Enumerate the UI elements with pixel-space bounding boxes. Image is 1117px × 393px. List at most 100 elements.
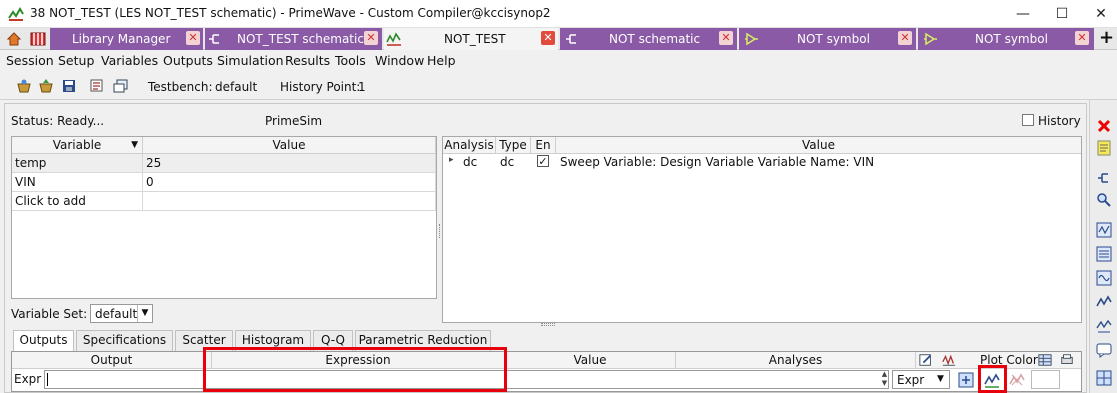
schematic-link-icon[interactable]: [1096, 170, 1112, 186]
analyses-column-header[interactable]: Analyses: [676, 352, 916, 369]
library-manager-icon: [30, 32, 46, 46]
status-text: Status: Ready...: [11, 114, 105, 128]
tab-close-icon[interactable]: ✕: [186, 31, 200, 45]
table-view-icon[interactable]: [1038, 353, 1052, 367]
menu-help[interactable]: Help: [427, 53, 456, 68]
note-icon[interactable]: [1096, 140, 1112, 156]
new-tab-button[interactable]: +: [1099, 28, 1114, 48]
close-window-button[interactable]: ✕: [1090, 4, 1112, 24]
primewave-app-icon: [8, 7, 24, 21]
home-icon[interactable]: [6, 31, 22, 47]
variable-set-value: default: [95, 307, 138, 321]
plot-color-swatch[interactable]: [1031, 370, 1060, 389]
click-to-add-cell[interactable]: Click to add: [12, 192, 143, 211]
ac-analysis-icon[interactable]: [1096, 270, 1112, 286]
menu-tools[interactable]: Tools: [335, 53, 366, 68]
tab-label: NOT_TEST: [444, 32, 506, 46]
tab-outputs[interactable]: Outputs: [13, 330, 74, 352]
symbol-icon: [745, 32, 758, 46]
tab-not-schematic[interactable]: NOT schematic ✕: [560, 28, 737, 50]
simulator-name: PrimeSim: [265, 114, 323, 128]
tab-not-symbol-2[interactable]: NOT symbol ✕: [918, 28, 1094, 50]
variable-name-cell[interactable]: VIN: [12, 173, 143, 192]
tab-label: NOT_TEST schematic: [237, 32, 364, 46]
chevron-down-icon: ▼: [937, 374, 944, 384]
menu-results[interactable]: Results: [285, 53, 330, 68]
expression-spin-buttons[interactable]: ▲ ▼: [879, 370, 890, 389]
value-column-header[interactable]: Value: [143, 137, 436, 154]
tab-close-icon[interactable]: ✕: [364, 31, 378, 45]
save-icon[interactable]: [61, 78, 77, 94]
results-browser-icon[interactable]: [113, 78, 129, 94]
type-column-header[interactable]: Type: [496, 137, 531, 154]
tab-not-symbol-1[interactable]: NOT symbol ✕: [739, 28, 916, 50]
test-editor-panel: Status: Ready... PrimeSim History Variab…: [4, 103, 1087, 393]
edit-output-icon[interactable]: [919, 353, 933, 367]
variable-set-dropdown[interactable]: default ▼: [90, 304, 153, 323]
horizontal-splitter-handle[interactable]: [541, 323, 555, 326]
netlist-run-icon[interactable]: [89, 78, 105, 94]
close-test-icon[interactable]: [1096, 118, 1112, 134]
tab-close-icon[interactable]: ✕: [898, 31, 912, 45]
maximize-button[interactable]: ☐: [1051, 4, 1073, 24]
tab-close-icon[interactable]: ✕: [541, 31, 555, 45]
tab-close-icon[interactable]: ✕: [719, 31, 733, 45]
right-side-toolbar: [1089, 100, 1117, 393]
dc-analysis-icon[interactable]: [1096, 246, 1112, 262]
history-checkbox[interactable]: [1022, 114, 1034, 126]
tab-library-manager[interactable]: Library Manager ✕: [50, 28, 203, 50]
enabled-column-header[interactable]: En: [531, 137, 556, 154]
menu-simulation[interactable]: Simulation: [217, 53, 284, 68]
output-value-column-header[interactable]: Value: [505, 352, 676, 369]
schematic-icon: [209, 34, 219, 44]
menu-setup[interactable]: Setup: [58, 53, 94, 68]
variable-column-header[interactable]: Variable ▼: [12, 137, 143, 154]
plot-results-icon[interactable]: [1096, 294, 1112, 310]
testbench-label: Testbench:: [148, 80, 213, 94]
output-type-cell: Expr: [14, 372, 42, 386]
menu-bar: Session Setup Variables Outputs Simulati…: [0, 50, 1117, 71]
open-session-icon[interactable]: [16, 78, 32, 94]
menu-window[interactable]: Window: [375, 53, 424, 68]
variable-value-cell[interactable]: [143, 192, 436, 211]
search-icon[interactable]: [1096, 192, 1112, 208]
load-state-icon[interactable]: [38, 78, 54, 94]
history-checkbox-label: History: [1038, 114, 1081, 128]
variable-name-cell[interactable]: temp: [12, 154, 143, 173]
analysis-type-cell[interactable]: dc: [500, 155, 514, 169]
delete-plot-icon[interactable]: [1009, 372, 1025, 388]
analysis-name-cell[interactable]: dc: [463, 155, 477, 169]
analysis-value-column-header[interactable]: Value: [556, 137, 1081, 154]
transient-analysis-icon[interactable]: [1096, 222, 1112, 238]
print-icon[interactable]: [1060, 353, 1074, 367]
variables-table: Variable ▼ Value temp 25 VIN 0 Click to …: [11, 136, 437, 299]
message-icon[interactable]: [1096, 342, 1112, 358]
variable-set-label: Variable Set:: [11, 307, 88, 321]
tab-specifications[interactable]: Specifications: [76, 330, 173, 351]
variable-value-cell[interactable]: 0: [143, 173, 436, 192]
menu-outputs[interactable]: Outputs: [163, 53, 213, 68]
netlist-icon[interactable]: [1096, 318, 1112, 334]
window-title: 38 NOT_TEST (LES NOT_TEST schematic) - P…: [30, 6, 551, 20]
history-point-label: History Point:: [280, 80, 361, 94]
output-column-header[interactable]: Output: [12, 352, 212, 369]
document-tab-bar: Library Manager ✕ NOT_TEST schematic ✕ N…: [0, 28, 1117, 50]
analysis-enabled-checkbox[interactable]: ✓: [537, 155, 549, 167]
analysis-value-cell[interactable]: Sweep Variable: Design Variable Variable…: [560, 155, 874, 169]
minimize-button[interactable]: —: [1012, 4, 1034, 24]
menu-session[interactable]: Session: [6, 53, 54, 68]
variable-value-cell[interactable]: 25: [143, 154, 436, 173]
waveform-settings-icon[interactable]: [942, 353, 956, 367]
title-bar: 38 NOT_TEST (LES NOT_TEST schematic) - P…: [0, 0, 1117, 28]
tab-not-test-schematic[interactable]: NOT_TEST schematic ✕: [205, 28, 382, 50]
menu-variables[interactable]: Variables: [101, 53, 158, 68]
highlight-expression-box: [203, 347, 507, 392]
tab-close-icon[interactable]: ✕: [1075, 31, 1089, 45]
expand-arrow-icon[interactable]: ▸: [449, 155, 454, 165]
grid-settings-icon[interactable]: [1096, 370, 1112, 386]
analysis-column-header[interactable]: Analysis: [443, 137, 496, 154]
select-signal-icon[interactable]: [958, 372, 974, 388]
testbench-value: default: [215, 80, 258, 94]
tab-not-test[interactable]: NOT_TEST ✕: [384, 28, 558, 50]
output-kind-dropdown[interactable]: Expr ▼: [892, 370, 950, 389]
